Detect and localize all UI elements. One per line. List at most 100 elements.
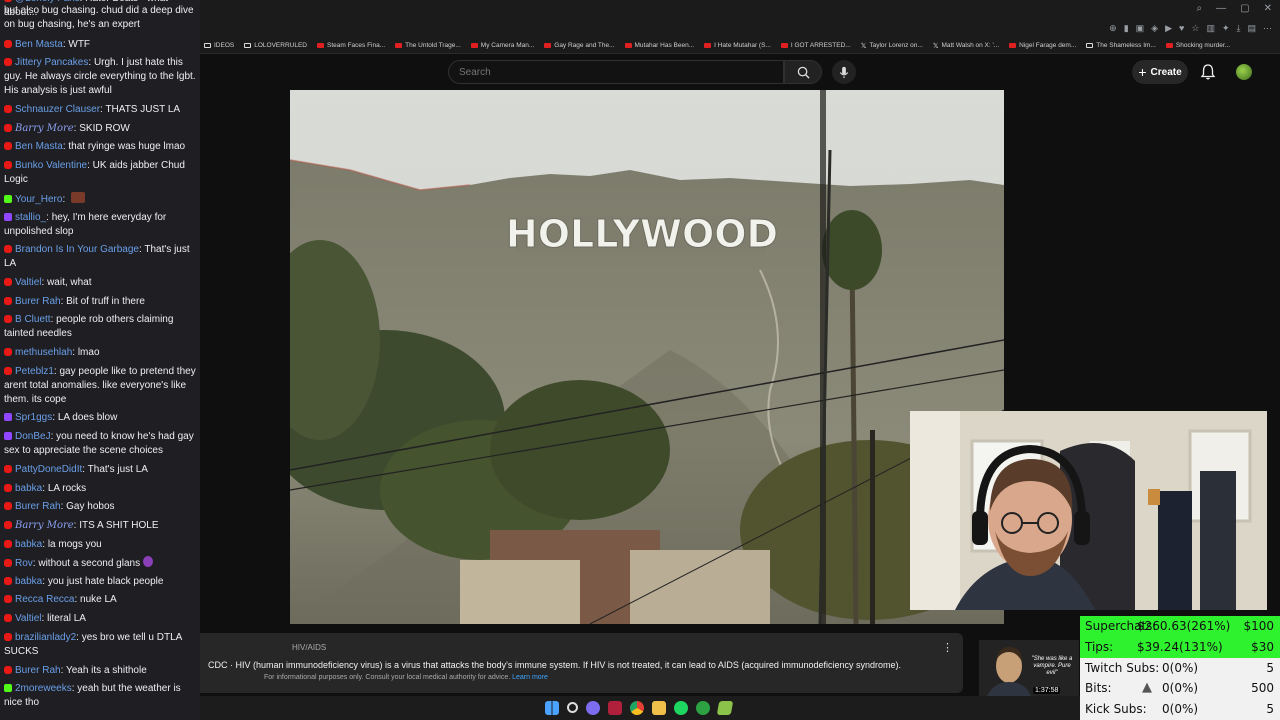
chat-message: Rov: without a second glans [4, 556, 196, 571]
bookmark-item[interactable]: My Camera Man... [470, 42, 534, 49]
recommended-thumbnail[interactable]: "She was like a vampire. Pure evil" 1:37… [979, 640, 1079, 696]
chat-username[interactable]: Spr1ggs [15, 412, 52, 423]
search-icon[interactable] [567, 702, 578, 713]
windows-start-icon[interactable] [545, 701, 559, 715]
bookmark-item[interactable]: 𝕏 Taylor Lorenz on... [861, 42, 923, 50]
star-icon[interactable]: ☆ [1191, 23, 1199, 34]
chat-username[interactable]: Bunko Valentine [15, 160, 87, 171]
chat-username[interactable]: Schnauzer Clauser [15, 104, 100, 115]
bookmark-item[interactable]: The Untold Trage... [395, 42, 461, 49]
donation-amount: 0(0%) [1162, 702, 1199, 717]
youtube-icon [1009, 43, 1017, 48]
xbox-icon[interactable] [696, 701, 710, 715]
shield-icon[interactable]: ◈ [1151, 23, 1158, 34]
chat-username[interactable]: brazilianlady2 [15, 632, 76, 643]
info-panel-disclaimer: For informational purposes only. Consult… [264, 674, 548, 681]
chat-username[interactable]: Your_Hero [15, 194, 62, 205]
minimize-icon[interactable]: — [1216, 3, 1226, 14]
more-icon[interactable]: ⋯ [1263, 23, 1272, 34]
bookmark-item[interactable]: Gay Rage and The... [544, 42, 615, 49]
chat-username[interactable]: Burer Rah [15, 665, 61, 676]
chat-username[interactable]: Peteblz1 [15, 366, 54, 377]
bookmark-item[interactable]: The Shameless Im... [1086, 42, 1156, 49]
chat-username[interactable]: babka [15, 576, 42, 587]
play-icon[interactable]: ▶ [1165, 23, 1172, 34]
heart-icon[interactable]: ♥ [1179, 23, 1184, 34]
chat-username[interactable]: Valtiel [15, 277, 42, 288]
chat-message: Jittery Pancakes: Urgh. I just hate this… [4, 57, 196, 96]
bookmark-item[interactable]: Nigel Farage dem... [1009, 42, 1076, 49]
youtube-icon [4, 348, 12, 356]
bookmark-item[interactable]: IDEOS [204, 42, 234, 49]
chat-username[interactable]: Rov [15, 558, 33, 569]
chat-username[interactable]: 2moreweeks [15, 683, 72, 694]
avatar[interactable] [1236, 64, 1252, 80]
youtube-icon [704, 43, 712, 48]
bookmark-item[interactable]: Shocking murder... [1165, 42, 1231, 49]
youtube-icon [4, 297, 12, 305]
chat-message: Bunko Valentine: UK aids jabber Chud Log… [4, 160, 185, 185]
search-box[interactable] [448, 60, 784, 84]
chat-username[interactable]: B Cluett [15, 314, 51, 325]
chat-username[interactable]: babka [15, 483, 42, 494]
extension-icon[interactable]: ▮ [1124, 23, 1129, 34]
chat-text: WTF [68, 39, 91, 50]
create-button[interactable]: + Create [1132, 60, 1188, 84]
donation-label: Twitch Subs: [1085, 660, 1160, 675]
bookmark-item[interactable]: Steam Faces Fina... [316, 42, 386, 49]
bell-icon[interactable] [1199, 63, 1217, 81]
chat-username[interactable]: stallio_ [15, 212, 46, 223]
chat-username[interactable]: Jittery Pancakes [15, 57, 88, 68]
bookmark-item[interactable]: Mutahar Has Been... [624, 42, 694, 49]
chat-username[interactable]: babka [15, 539, 42, 550]
spotify-icon[interactable] [674, 701, 688, 715]
voice-search-button[interactable] [832, 60, 856, 84]
bookmark-label: Shocking murder... [1175, 42, 1231, 49]
chat-username[interactable]: Recca Recca [15, 594, 74, 605]
video-duration: 1:37:58 [1033, 687, 1061, 694]
learn-more-link[interactable]: Learn more [512, 674, 548, 681]
bookmark-label: Steam Faces Fina... [326, 42, 386, 49]
chat-username[interactable]: PattyDoneDidIt [15, 464, 82, 475]
bookmark-item[interactable]: 𝕏 Matt Walsh on X: '... [933, 42, 999, 50]
bookmark-item[interactable]: I GOT ARRESTED... [780, 42, 851, 49]
search-input[interactable] [449, 61, 783, 83]
bookmark-item[interactable]: LOLOVERRULED [244, 42, 307, 49]
chat-username[interactable]: Ben Masta [15, 141, 63, 152]
youtube-icon [4, 484, 12, 492]
video-player[interactable]: HOLLYWOOD [290, 90, 1004, 624]
chat-username[interactable]: methusehlah [15, 347, 72, 358]
maximize-icon[interactable]: ▢ [1240, 3, 1249, 14]
webcam-overlay [910, 411, 1267, 610]
chat-username[interactable]: Brandon Is In Your Garbage [15, 244, 139, 255]
chat-username[interactable]: Burer Rah [15, 296, 61, 307]
chat-message: Burer Rah: Gay hobos [4, 500, 196, 514]
favorites-icon[interactable]: ✦ [1222, 23, 1230, 34]
search-button[interactable] [784, 60, 822, 84]
extension-icon[interactable]: ▣ [1136, 23, 1145, 34]
chat-message: Valtiel: wait, what [4, 276, 196, 290]
obs-icon[interactable] [608, 701, 622, 715]
search-tabs-icon[interactable]: ⌕ [1197, 3, 1203, 14]
bookmark-label: I Hate Mutahar (S... [714, 42, 771, 49]
chat-username[interactable]: Barry More [15, 520, 74, 531]
discord-icon[interactable] [586, 701, 600, 715]
chat-username[interactable]: DonBeJ [15, 431, 51, 442]
split-icon[interactable]: ▥ [1206, 23, 1215, 34]
bookmark-item[interactable]: I Hate Mutahar (S... [704, 42, 771, 49]
chat-text: That's just LA [87, 464, 148, 475]
zoom-icon[interactable]: ⊕ [1109, 23, 1117, 34]
chat-username[interactable]: Ben Masta [15, 39, 63, 50]
app-icon[interactable] [716, 701, 734, 715]
collections-icon[interactable]: ▤ [1247, 23, 1256, 34]
chat-username[interactable]: Barry More [15, 123, 74, 134]
download-icon[interactable]: ⤓ [1237, 23, 1241, 34]
more-vert-icon[interactable]: ⋮ [942, 641, 953, 654]
chat-username[interactable]: Valtiel [15, 613, 42, 624]
youtube-icon [4, 315, 12, 323]
folder-icon[interactable] [652, 701, 666, 715]
youtube-icon [4, 502, 12, 510]
close-icon[interactable]: ✕ [1264, 3, 1272, 14]
chat-username[interactable]: Burer Rah [15, 501, 61, 512]
chrome-icon[interactable] [630, 701, 644, 715]
